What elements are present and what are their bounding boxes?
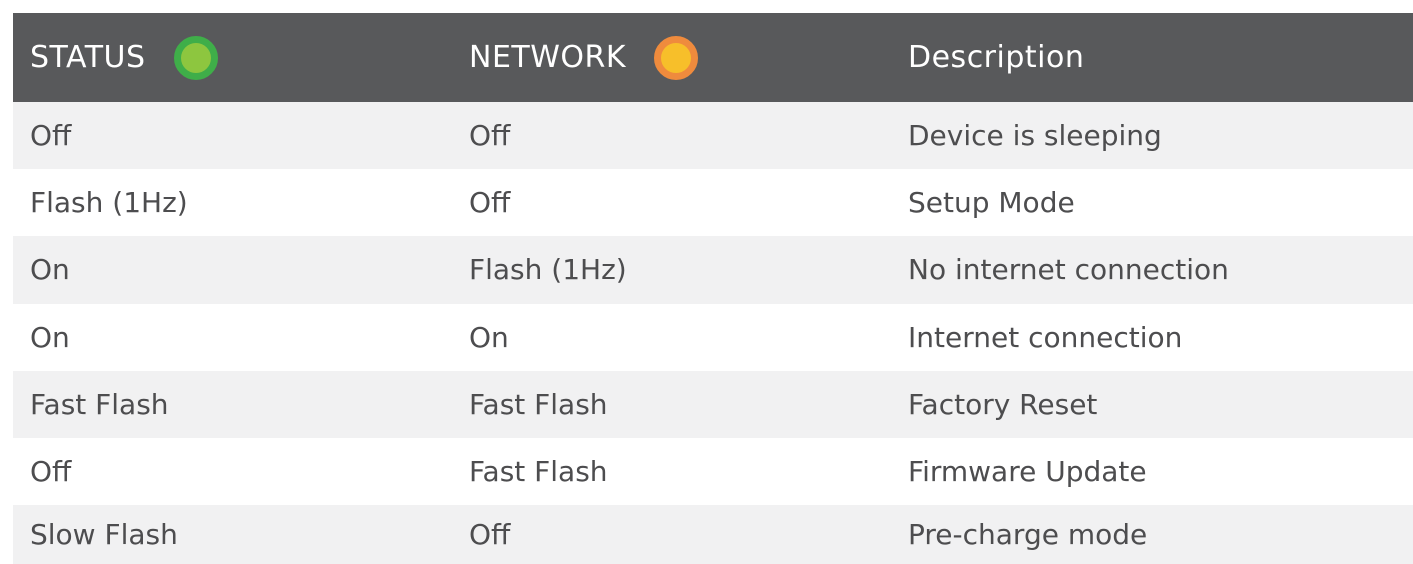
table-row: Flash (1Hz) Off Setup Mode: [13, 169, 1413, 237]
status-column-header: STATUS: [13, 13, 452, 102]
status-cell: Off: [30, 119, 72, 153]
description-cell: Internet connection: [908, 320, 1183, 354]
network-cell: Fast Flash: [469, 387, 608, 421]
network-cell: Off: [469, 518, 511, 552]
table-row: Fast Flash Fast Flash Factory Reset: [13, 370, 1413, 438]
description-header-label: Description: [908, 40, 1085, 75]
description-cell: No internet connection: [908, 253, 1229, 287]
table-row: Off Fast Flash Firmware Update: [13, 437, 1413, 506]
table-header: STATUS NETWORK Description: [13, 13, 1413, 102]
table-row: On Flash (1Hz) No internet connection: [13, 236, 1413, 304]
description-cell: Device is sleeping: [908, 119, 1162, 153]
network-cell: Fast Flash: [469, 455, 608, 489]
status-cell: Flash (1Hz): [30, 186, 188, 220]
network-cell: Flash (1Hz): [469, 253, 627, 287]
status-cell: Slow Flash: [30, 518, 178, 552]
table-row: Slow Flash Off Pre-charge mode: [13, 505, 1413, 564]
led-status-table: STATUS NETWORK Description Off Off Devic…: [13, 13, 1413, 564]
status-cell: Fast Flash: [30, 387, 169, 421]
status-cell: On: [30, 320, 70, 354]
network-cell: On: [469, 320, 509, 354]
network-cell: Off: [469, 119, 511, 153]
description-column-header: Description: [891, 13, 1413, 102]
status-cell: On: [30, 253, 70, 287]
table-row: Off Off Device is sleeping: [13, 102, 1413, 170]
description-cell: Factory Reset: [908, 387, 1098, 421]
description-cell: Firmware Update: [908, 455, 1147, 489]
table-row: On On Internet connection: [13, 303, 1413, 371]
network-header-label: NETWORK: [469, 40, 627, 75]
status-cell: Off: [30, 455, 72, 489]
network-cell: Off: [469, 186, 511, 220]
green-led-icon: [173, 35, 218, 80]
description-cell: Setup Mode: [908, 186, 1075, 220]
orange-led-icon: [654, 35, 699, 80]
status-header-label: STATUS: [30, 40, 146, 75]
description-cell: Pre-charge mode: [908, 518, 1148, 552]
network-column-header: NETWORK: [452, 13, 891, 102]
